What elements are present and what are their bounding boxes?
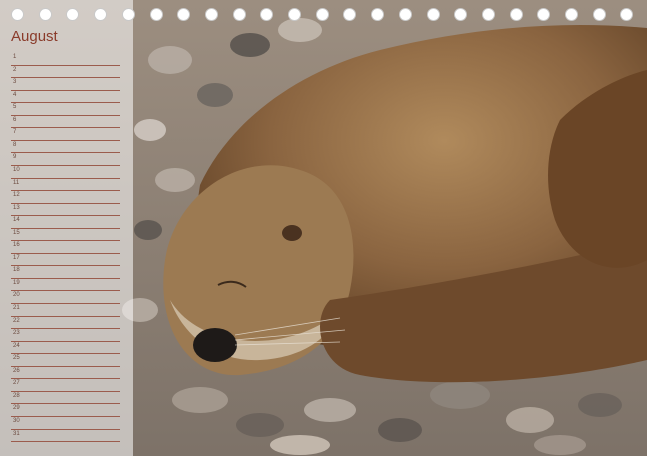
day-row: 4 [0, 91, 133, 104]
day-row: 14 [0, 216, 133, 229]
binding-hole [121, 8, 135, 21]
day-number: 9 [13, 154, 17, 161]
day-number: 10 [13, 166, 20, 173]
binding-hole [620, 8, 634, 21]
day-number: 28 [13, 392, 20, 399]
binding-hole [537, 8, 551, 21]
day-number: 30 [13, 417, 20, 424]
binding-hole [260, 8, 274, 21]
day-row: 28 [0, 392, 133, 405]
day-number: 8 [13, 141, 17, 148]
day-row: 17 [0, 254, 133, 267]
binding-hole [481, 8, 495, 21]
calendar-panel: August 1 2 3 4 5 6 7 8 9 10 11 12 13 14 15 16 17 18 19 20 21… [0, 0, 133, 456]
binding-hole [343, 8, 357, 21]
day-number: 20 [13, 292, 20, 299]
day-number: 18 [13, 267, 20, 274]
day-number: 21 [13, 305, 20, 311]
binding-hole [454, 8, 468, 21]
day-number: 1 [13, 54, 17, 60]
day-row: 27 [0, 379, 133, 392]
binding-hole [94, 8, 108, 21]
day-number: 5 [13, 104, 17, 111]
day-row: 30 [0, 417, 133, 430]
binding-hole [38, 8, 52, 21]
day-row: 24 [0, 342, 133, 355]
day-row: 22 [0, 317, 133, 330]
day-number: 25 [13, 355, 20, 362]
day-row: 23 [0, 329, 133, 342]
day-number: 29 [13, 405, 20, 412]
day-number: 24 [13, 342, 20, 349]
day-number: 7 [13, 129, 17, 136]
binding-hole [11, 8, 24, 21]
day-number: 16 [13, 242, 20, 249]
day-row: 31 [0, 430, 133, 443]
day-number: 17 [13, 254, 20, 261]
binding-hole [398, 8, 412, 21]
day-number: 15 [13, 229, 20, 236]
binding-hole [288, 8, 301, 21]
binding-hole [371, 8, 385, 21]
day-row: 15 [0, 229, 133, 242]
spiral-binding [0, 0, 647, 30]
day-row: 12 [0, 191, 133, 204]
day-number: 14 [13, 217, 20, 224]
day-row: 21 [0, 304, 133, 317]
day-number: 22 [13, 317, 20, 324]
day-row: 11 [0, 179, 133, 192]
day-number: 19 [13, 279, 20, 286]
day-row: 2 [0, 66, 133, 79]
day-rule-line [11, 441, 120, 443]
day-number: 23 [13, 330, 20, 337]
binding-hole [232, 8, 246, 21]
binding-hole [565, 8, 578, 21]
binding-hole [177, 8, 191, 21]
day-row: 20 [0, 291, 133, 305]
day-row: 19 [0, 279, 133, 292]
day-row: 8 [0, 141, 133, 154]
day-row: 9 [0, 153, 133, 166]
day-row: 6 [0, 116, 133, 129]
day-number: 4 [13, 91, 17, 98]
day-number: 13 [13, 204, 20, 211]
binding-hole [204, 8, 218, 21]
day-number: 3 [13, 79, 17, 86]
day-row: 10 [0, 166, 133, 179]
day-row: 18 [0, 266, 133, 279]
day-row: 3 [0, 78, 133, 91]
day-number: 2 [13, 66, 17, 73]
day-row: 29 [0, 404, 133, 417]
day-row: 26 [0, 367, 133, 380]
binding-hole [426, 8, 440, 21]
day-row: 16 [0, 241, 133, 254]
day-row: 7 [0, 128, 133, 141]
binding-hole [592, 8, 606, 21]
day-number: 31 [13, 430, 20, 437]
day-number: 11 [13, 179, 20, 186]
binding-hole [315, 8, 329, 21]
month-title: August [11, 28, 58, 45]
day-number: 27 [13, 380, 20, 387]
day-row: 13 [0, 204, 133, 217]
day-row: 1 [0, 53, 133, 66]
binding-hole [149, 8, 163, 21]
binding-hole [509, 8, 523, 21]
day-number: 6 [13, 116, 17, 123]
day-number: 26 [13, 367, 20, 374]
day-number: 12 [13, 192, 20, 199]
binding-hole [66, 8, 80, 21]
day-row: 5 [0, 103, 133, 116]
day-row: 25 [0, 354, 133, 367]
